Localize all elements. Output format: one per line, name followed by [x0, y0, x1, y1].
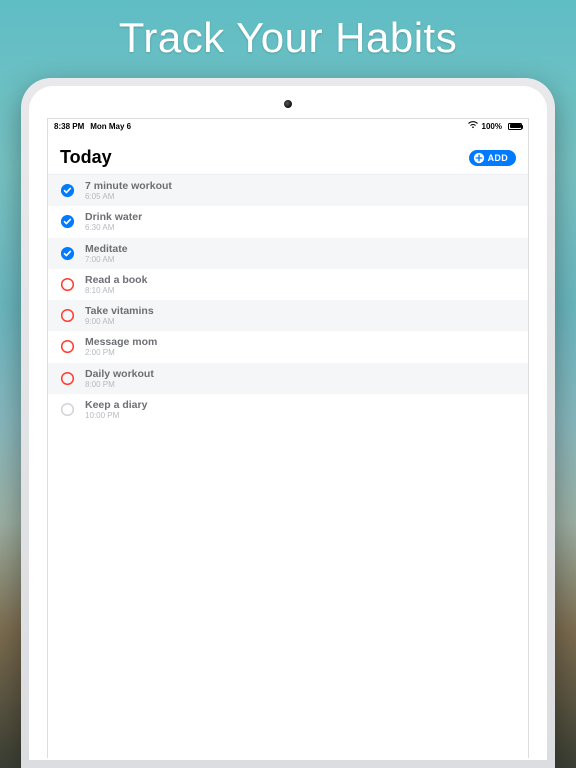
wifi-icon [468, 121, 478, 131]
checkmark-filled-icon[interactable] [60, 246, 75, 261]
tablet-frame: 8:38 PM Mon May 6 100% [21, 78, 555, 768]
habit-text: Keep a diary10:00 PM [85, 399, 147, 420]
battery-icon [506, 123, 522, 130]
habit-text: Message mom2:00 PM [85, 336, 157, 357]
habit-text: Take vitamins9:00 AM [85, 305, 154, 326]
habit-list: 7 minute workout6:05 AM Drink water6:30 A… [48, 174, 528, 425]
habit-title: Drink water [85, 211, 142, 223]
tablet-bezel: 8:38 PM Mon May 6 100% [29, 86, 547, 760]
habit-row[interactable]: Message mom2:00 PM [48, 331, 528, 362]
circle-outline-icon[interactable] [60, 308, 75, 323]
circle-outline-icon[interactable] [60, 339, 75, 354]
add-button-label: ADD [488, 153, 508, 163]
habit-title: Keep a diary [85, 399, 147, 411]
circle-outline-icon[interactable] [60, 371, 75, 386]
habit-title: Read a book [85, 274, 147, 286]
habit-time: 7:00 AM [85, 255, 128, 264]
habit-time: 6:30 AM [85, 223, 142, 232]
camera-dot [284, 100, 292, 108]
status-bar: 8:38 PM Mon May 6 100% [48, 119, 528, 133]
circle-outline-icon[interactable] [60, 277, 75, 292]
habit-time: 2:00 PM [85, 348, 157, 357]
statusbar-date: Mon May 6 [90, 122, 131, 131]
marketing-headline: Track Your Habits [0, 0, 576, 78]
habit-text: Drink water6:30 AM [85, 211, 142, 232]
checkmark-filled-icon[interactable] [60, 214, 75, 229]
habit-text: Meditate7:00 AM [85, 243, 128, 264]
habit-title: Daily workout [85, 368, 154, 380]
habit-text: Read a book8:10 AM [85, 274, 147, 295]
plus-icon [473, 152, 485, 164]
promo-background: Track Your Habits 8:38 PM Mon May 6 100% [0, 0, 576, 768]
circle-outline-disabled-icon[interactable] [60, 402, 75, 417]
habit-text: 7 minute workout6:05 AM [85, 180, 172, 201]
page-title: Today [60, 147, 112, 168]
habit-row[interactable]: Take vitamins9:00 AM [48, 300, 528, 331]
habit-row[interactable]: 7 minute workout6:05 AM [48, 175, 528, 206]
statusbar-battery-pct: 100% [482, 122, 502, 131]
statusbar-time: 8:38 PM [54, 122, 84, 131]
habit-title: 7 minute workout [85, 180, 172, 192]
app-body: Today ADD 7 minute workout6:05 AM Drink w… [48, 133, 528, 758]
habit-time: 8:00 PM [85, 380, 154, 389]
habit-title: Meditate [85, 243, 128, 255]
app-header: Today ADD [48, 133, 528, 174]
habit-time: 8:10 AM [85, 286, 147, 295]
habit-row[interactable]: Drink water6:30 AM [48, 206, 528, 237]
habit-row[interactable]: Keep a diary10:00 PM [48, 394, 528, 425]
habit-row[interactable]: Meditate7:00 AM [48, 238, 528, 269]
habit-row[interactable]: Daily workout8:00 PM [48, 363, 528, 394]
habit-time: 6:05 AM [85, 192, 172, 201]
screen: 8:38 PM Mon May 6 100% [47, 118, 529, 758]
add-habit-button[interactable]: ADD [469, 150, 516, 166]
habit-row[interactable]: Read a book8:10 AM [48, 269, 528, 300]
habit-text: Daily workout8:00 PM [85, 368, 154, 389]
checkmark-filled-icon[interactable] [60, 183, 75, 198]
habit-time: 9:00 AM [85, 317, 154, 326]
habit-time: 10:00 PM [85, 411, 147, 420]
habit-title: Message mom [85, 336, 157, 348]
habit-title: Take vitamins [85, 305, 154, 317]
